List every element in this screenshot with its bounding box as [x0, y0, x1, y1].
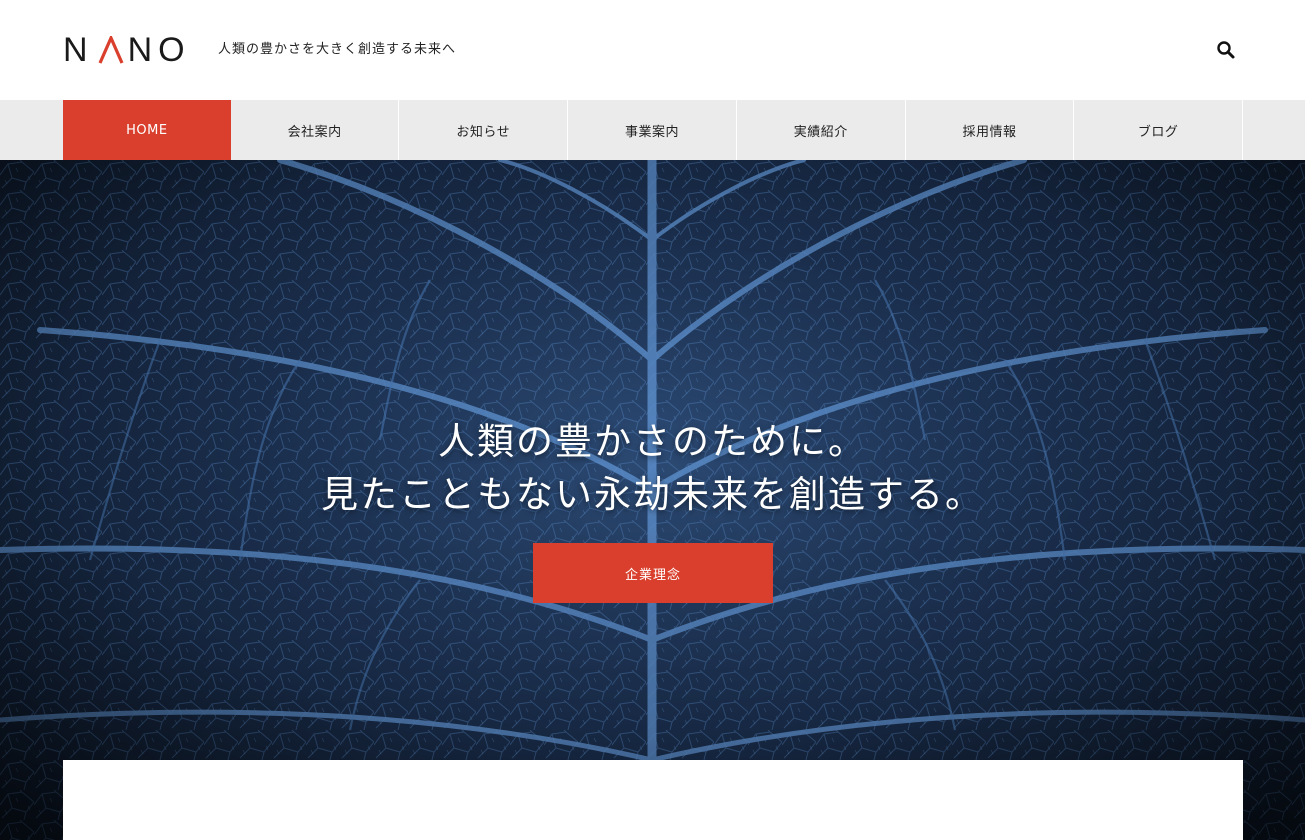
philosophy-button[interactable]: 企業理念 — [533, 543, 773, 603]
hero-section: 人類の豊かさのために。 見たこともない永劫未来を創造する。 企業理念 — [0, 160, 1305, 840]
nav-item-news[interactable]: お知らせ — [399, 100, 569, 160]
nav-item-company[interactable]: 会社案内 — [231, 100, 400, 160]
site-tagline: 人類の豊かさを大きく創造する未来へ — [218, 42, 457, 57]
hero-heading: 人類の豊かさのために。 見たこともない永劫未来を創造する。 — [0, 415, 1305, 521]
search-icon — [1217, 41, 1235, 59]
nav-item-recruit[interactable]: 採用情報 — [906, 100, 1075, 160]
nav-item-blog[interactable]: ブログ — [1074, 100, 1244, 160]
site-header: N N O 人類の豊かさを大きく創造する未来へ — [0, 0, 1305, 100]
nav-item-home[interactable]: HOME — [63, 100, 231, 160]
logo-letter-n2: N — [127, 31, 159, 69]
hero-heading-line2: 見たこともない永劫未来を創造する。 — [321, 473, 984, 516]
nav-item-works[interactable]: 実績紹介 — [737, 100, 906, 160]
search-button[interactable] — [1214, 38, 1238, 62]
site-logo[interactable]: N N O — [63, 31, 191, 69]
content-panel — [63, 760, 1243, 840]
hero-heading-line1: 人類の豊かさのために。 — [438, 420, 867, 463]
global-nav: HOME 会社案内 お知らせ 事業案内 実績紹介 採用情報 ブログ — [0, 100, 1305, 160]
logo-a-mark — [98, 34, 124, 64]
nav-item-business[interactable]: 事業案内 — [568, 100, 737, 160]
logo-letter-o: O — [158, 31, 191, 69]
logo-letter-n: N — [63, 31, 94, 69]
